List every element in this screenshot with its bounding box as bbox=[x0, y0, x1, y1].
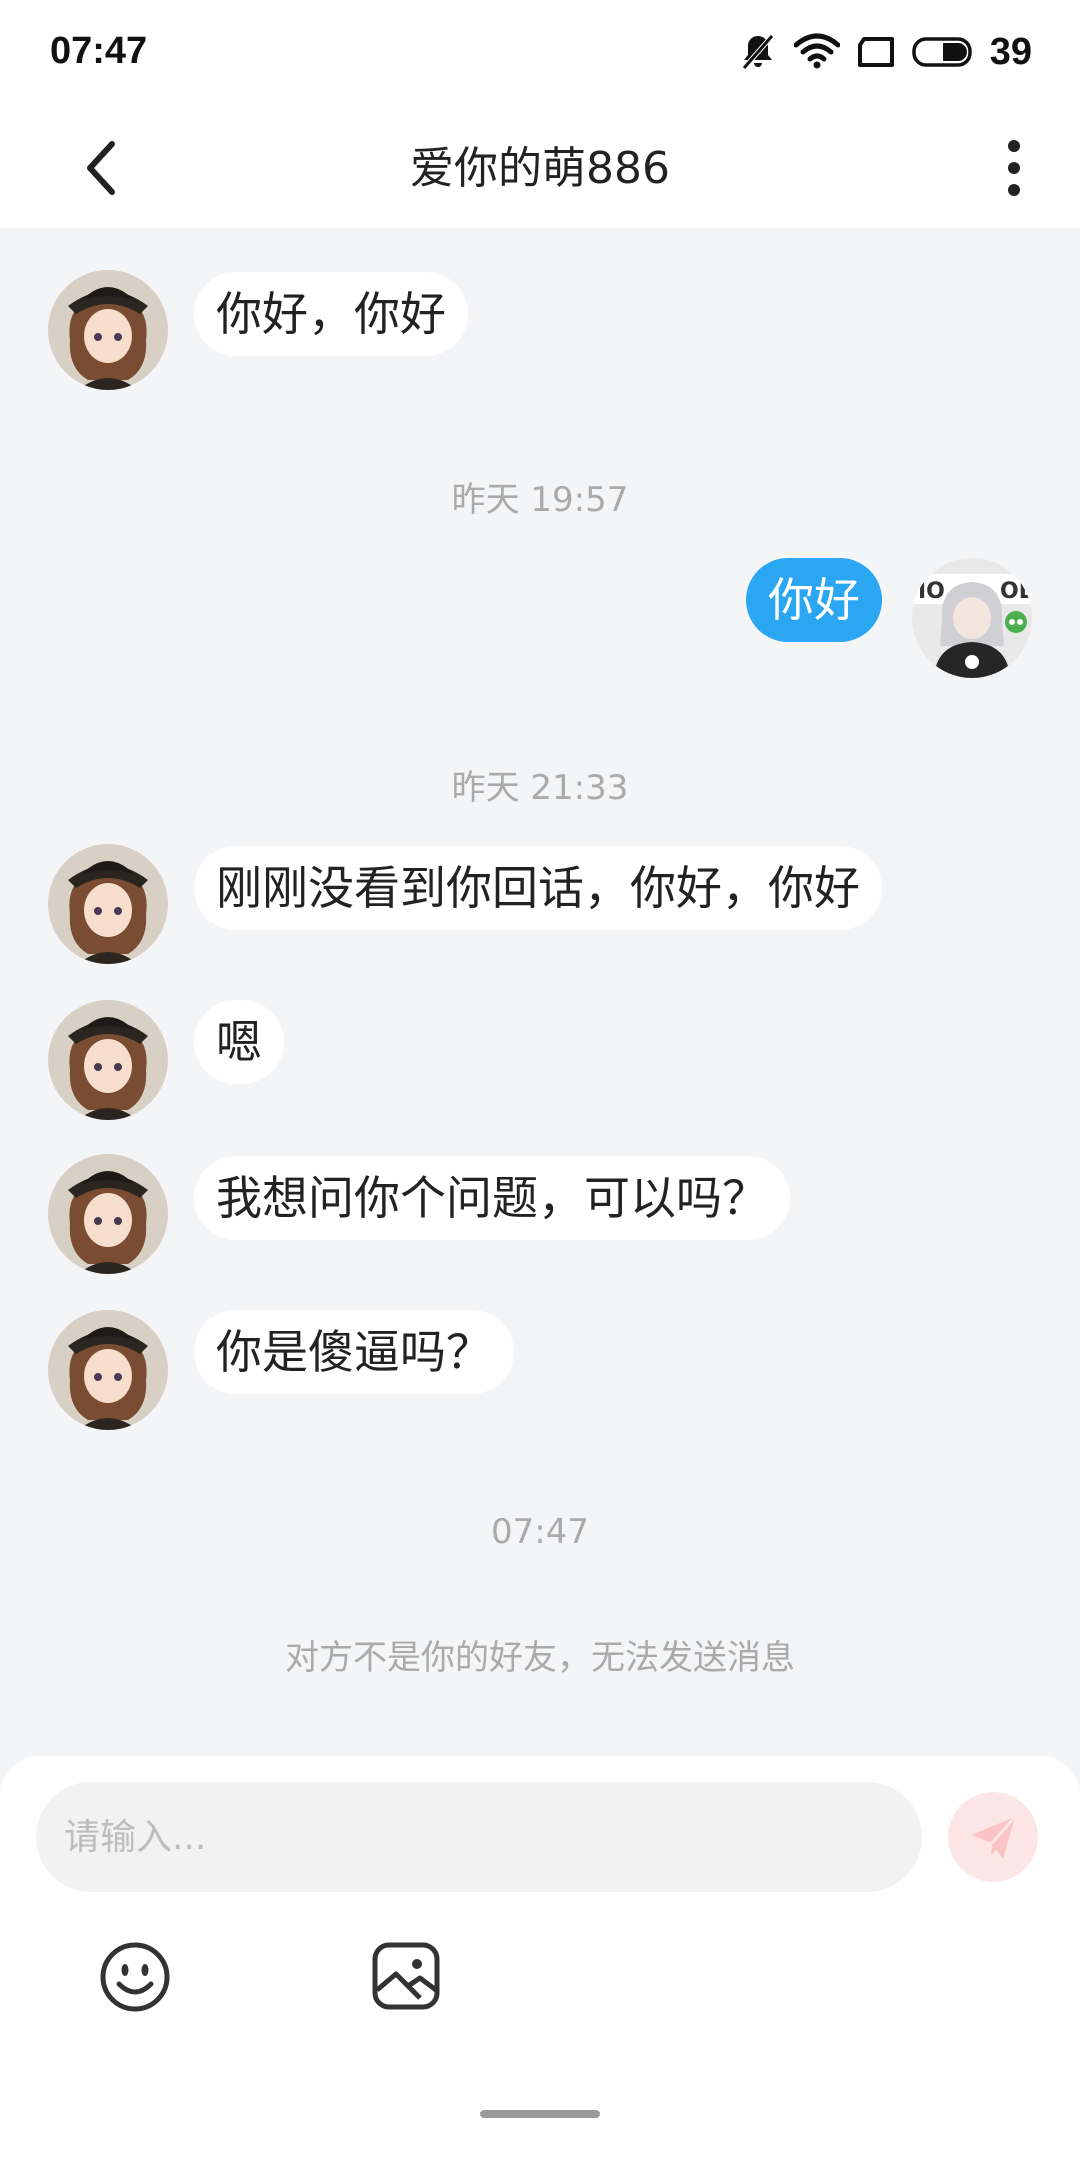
send-button[interactable] bbox=[948, 1792, 1038, 1882]
emoji-icon bbox=[100, 1942, 170, 2012]
not-friend-notice: 对方不是你的好友，无法发送消息 bbox=[285, 1638, 795, 1678]
message-input[interactable] bbox=[36, 1782, 922, 1892]
svg-text:IO: IO bbox=[918, 579, 945, 604]
message-timestamp: 07:47 bbox=[491, 1512, 589, 1552]
message-bubble-received[interactable]: 我想问你个问题，可以吗？ bbox=[194, 1156, 790, 1240]
message-timestamp: 昨天 21:33 bbox=[451, 768, 629, 808]
message-bubble-received[interactable]: 你是傻逼吗？ bbox=[194, 1310, 514, 1394]
message-bubble-received[interactable]: 你好，你好 bbox=[194, 272, 468, 356]
avatar-contact[interactable] bbox=[48, 270, 168, 390]
battery-icon bbox=[911, 37, 972, 67]
svg-text:OL: OL bbox=[1000, 579, 1032, 604]
message-bubble-received[interactable]: 刚刚没看到你回话，你好，你好 bbox=[194, 846, 882, 930]
image-button[interactable] bbox=[370, 1940, 442, 2012]
more-button[interactable] bbox=[984, 128, 1044, 208]
screen-icon bbox=[857, 37, 894, 67]
status-bar: 07:47 39 bbox=[0, 0, 1080, 108]
wifi-icon bbox=[793, 33, 840, 69]
avatar-contact[interactable] bbox=[48, 1310, 168, 1430]
message-timestamp: 昨天 19:57 bbox=[451, 480, 629, 520]
avatar-contact[interactable] bbox=[48, 844, 168, 964]
avatar-contact[interactable] bbox=[48, 1154, 168, 1274]
chat-header: 爱你的萌886 bbox=[0, 108, 1080, 228]
battery-level: 39 bbox=[989, 30, 1032, 73]
message-bubble-sent[interactable]: 你好 bbox=[746, 558, 882, 642]
status-icons: 39 bbox=[738, 26, 1032, 78]
status-time: 07:47 bbox=[50, 30, 148, 72]
more-vertical-icon bbox=[1008, 140, 1020, 196]
avatar-contact[interactable] bbox=[48, 1000, 168, 1120]
emoji-button[interactable] bbox=[98, 1940, 172, 2014]
mute-bell-icon bbox=[741, 34, 774, 70]
home-indicator[interactable] bbox=[480, 2110, 600, 2118]
input-panel bbox=[0, 1756, 1080, 2160]
avatar-self[interactable]: IO OL bbox=[912, 558, 1032, 678]
chat-title: 爱你的萌886 bbox=[410, 143, 670, 194]
message-bubble-received[interactable]: 嗯 bbox=[194, 1000, 284, 1084]
image-icon bbox=[372, 1942, 440, 2010]
send-icon bbox=[971, 1816, 1017, 1859]
